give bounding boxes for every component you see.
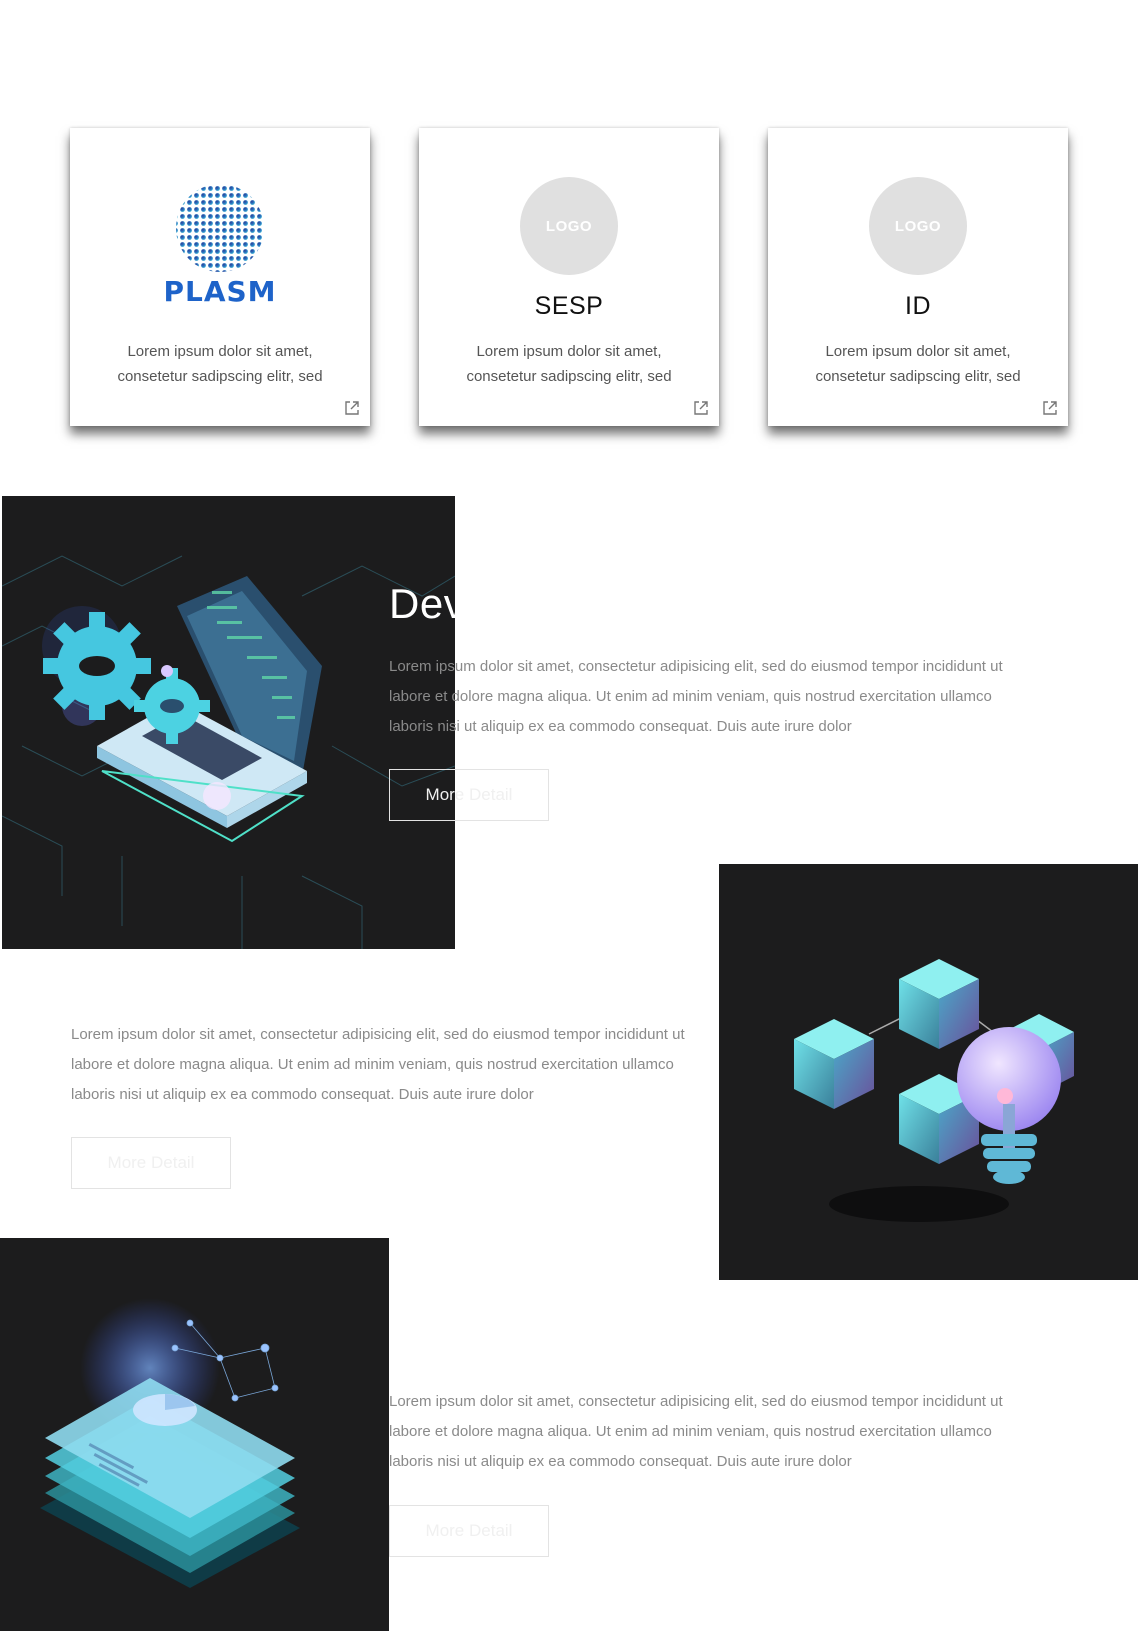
partner-card-plasm[interactable]: PLASM Lorem ipsum dolor sit amet, conset… [70, 128, 370, 426]
logo-placeholder: LOGO [520, 177, 618, 275]
feature-image-lightbulb [719, 864, 1138, 1280]
feature-heading: Dev [389, 580, 466, 627]
partner-card-sesp[interactable]: LOGO SESP Lorem ipsum dolor sit amet, co… [419, 128, 719, 426]
feature-image-data-layers [0, 1238, 389, 1631]
data-layers-illustration [40, 1298, 300, 1588]
external-link-icon[interactable] [344, 400, 360, 416]
feature-image-laptop [2, 496, 455, 949]
more-detail-button[interactable]: More Detail [71, 1137, 231, 1189]
card-description: Lorem ipsum dolor sit amet, consetetur s… [117, 343, 323, 385]
external-link-icon[interactable] [693, 400, 709, 416]
more-detail-button[interactable]: More Detail [389, 1505, 549, 1557]
plasm-wordmark: PLASM [163, 275, 277, 308]
card-description: Lorem ipsum dolor sit amet, consetetur s… [815, 343, 1021, 385]
logo-placeholder: LOGO [869, 177, 967, 275]
card-description: Lorem ipsum dolor sit amet, consetetur s… [466, 343, 672, 385]
feature-description: Lorem ipsum dolor sit amet, consectetur … [389, 658, 1003, 735]
more-detail-button[interactable]: More Detail [389, 769, 549, 821]
partner-name: SESP [534, 292, 604, 320]
feature-description: Lorem ipsum dolor sit amet, consectetur … [389, 1393, 1003, 1470]
feature-description: Lorem ipsum dolor sit amet, consectetur … [71, 1026, 685, 1103]
partner-name: ID [905, 292, 931, 320]
laptop-gears-illustration [2, 555, 455, 949]
plasm-logo: PLASM [130, 178, 310, 318]
globe-icon [176, 184, 264, 272]
partner-card-id[interactable]: LOGO ID Lorem ipsum dolor sit amet, cons… [768, 128, 1068, 426]
cubes-lightbulb-illustration [794, 959, 1074, 1222]
external-link-icon[interactable] [1042, 400, 1058, 416]
